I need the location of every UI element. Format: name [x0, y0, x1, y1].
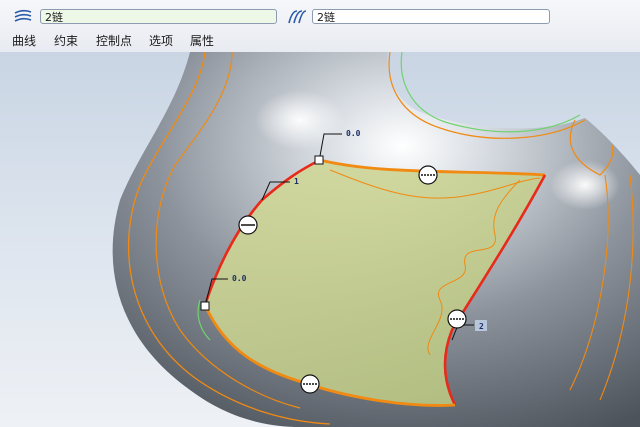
vertex-condition-label[interactable]: 0.0 [232, 274, 247, 283]
tab-curves[interactable]: 曲线 [12, 33, 36, 49]
shell-highlight [255, 90, 345, 150]
constraint-handle[interactable] [418, 165, 438, 185]
vertex-condition-label[interactable]: 0.0 [346, 129, 361, 138]
tab-constraints[interactable]: 约束 [54, 33, 78, 49]
vertex-handle[interactable] [314, 155, 324, 165]
edge-condition-label[interactable]: 1 [294, 177, 299, 186]
model-canvas[interactable]: 0.0 1 0.0 2 [0, 52, 640, 427]
constraint-handle[interactable] [300, 374, 320, 394]
dashboard-toolbar: 2链 2链 曲线 约束 控制点 选项 属性 [0, 0, 640, 53]
tab-properties[interactable]: 属性 [190, 33, 214, 49]
vertex-handle[interactable] [200, 301, 210, 311]
constraint-handle[interactable] [238, 215, 258, 235]
tab-options[interactable]: 选项 [149, 33, 173, 49]
tab-control-points[interactable]: 控制点 [96, 33, 132, 49]
surface-chain-icon[interactable] [12, 8, 34, 26]
first-chain-collector[interactable]: 2链 [40, 9, 277, 24]
graphics-viewport[interactable]: 0.0 1 0.0 2 [0, 52, 640, 427]
boundary-chain-icon[interactable] [286, 8, 308, 26]
edge-condition-label[interactable]: 2 [479, 322, 484, 331]
shell-highlight [550, 160, 620, 210]
second-chain-collector[interactable]: 2链 [312, 9, 550, 24]
constraint-handle[interactable] [447, 309, 467, 329]
